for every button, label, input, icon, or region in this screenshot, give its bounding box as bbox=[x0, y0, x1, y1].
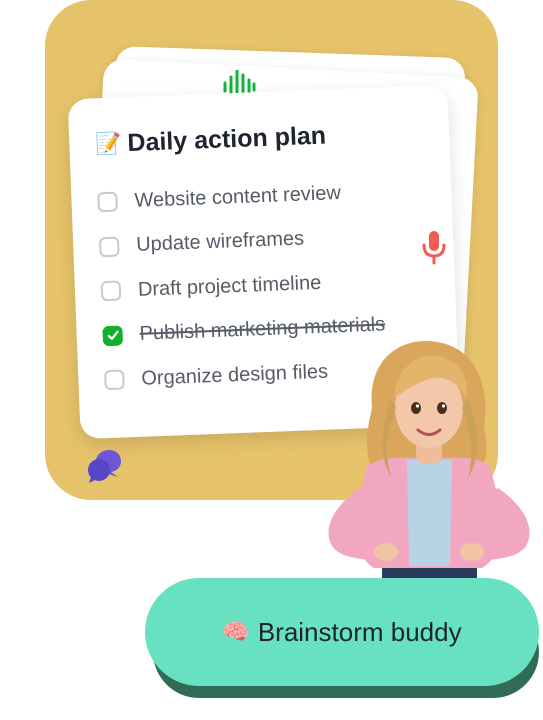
avatar-illustration bbox=[328, 341, 530, 598]
checkmark-icon bbox=[107, 330, 119, 341]
task-label: Website content review bbox=[134, 181, 342, 212]
task-checkbox[interactable] bbox=[104, 369, 125, 391]
chat-bubbles-icon bbox=[88, 450, 121, 483]
task-checkbox[interactable] bbox=[100, 280, 122, 302]
task-checkbox-checked[interactable] bbox=[102, 325, 124, 346]
task-checkbox[interactable] bbox=[98, 236, 120, 258]
card-title-text: Daily action plan bbox=[126, 121, 327, 158]
task-label: Organize design files bbox=[140, 360, 329, 390]
card-title: 📝 Daily action plan bbox=[95, 122, 327, 160]
microphone-icon[interactable] bbox=[421, 230, 447, 266]
task-label: Draft project timeline bbox=[137, 271, 322, 301]
brainstorm-buddy-button[interactable]: 🧠 Brainstorm buddy bbox=[145, 578, 539, 686]
task-checkbox[interactable] bbox=[97, 191, 118, 213]
memo-icon: 📝 bbox=[94, 131, 122, 156]
task-label: Update wireframes bbox=[135, 227, 305, 257]
brain-icon: 🧠 bbox=[222, 619, 250, 644]
cta-button-label: Brainstorm buddy bbox=[257, 616, 462, 647]
